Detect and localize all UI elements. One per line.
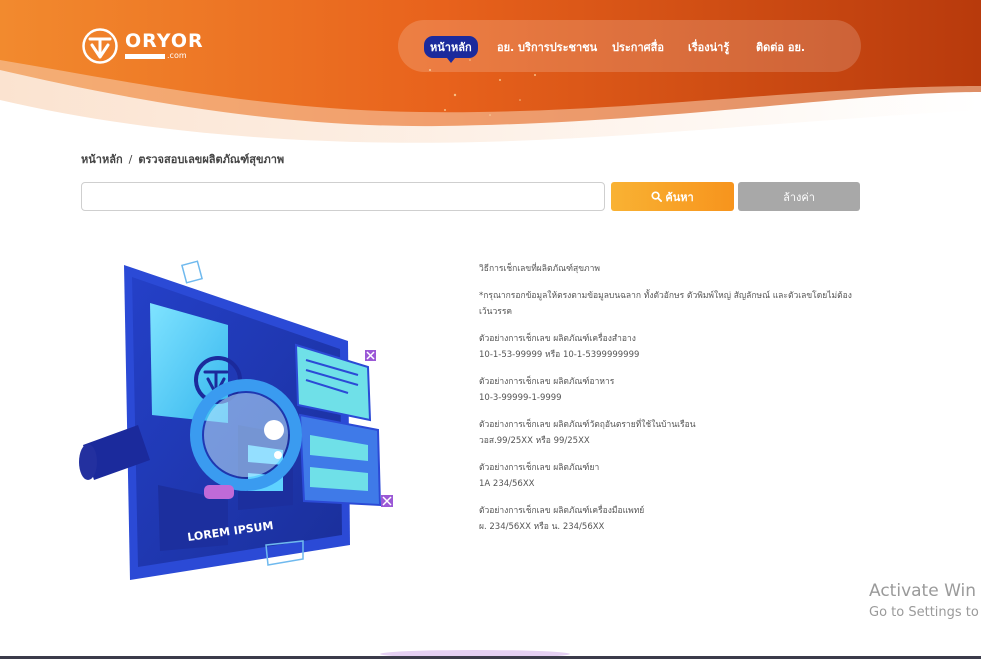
site-header: ORYOR .com หน้าหลัก อย. บริการประชาชน ปร…	[0, 0, 981, 150]
example-label: ตัวอย่างการเช็กเลข ผลิตภัณฑ์วัตถุอันตราย…	[479, 420, 696, 430]
breadcrumb-current: ตรวจสอบเลขผลิตภัณฑ์สุขภาพ	[138, 153, 285, 166]
example-value: 1A 234/56XX	[479, 479, 535, 489]
example-value: วอส.99/25XX หรือ 99/25XX	[479, 436, 590, 446]
example-label: ตัวอย่างการเช็กเลข ผลิตภัณฑ์อาหาร	[479, 377, 615, 387]
example-label: ตัวอย่างการเช็กเลข ผลิตภัณฑ์เครื่องมือแพ…	[479, 506, 645, 516]
instructions-panel: วิธีการเช็กเลขที่ผลิตภัณฑ์สุขภาพ *กรุณาก…	[479, 261, 859, 535]
example-value: 10-3-99999-1-9999	[479, 393, 562, 403]
example-label: ตัวอย่างการเช็กเลข ผลิตภัณฑ์เครื่องสำอาง	[479, 334, 636, 344]
clear-button-label: ล้างค่า	[783, 190, 815, 204]
nav-item-contact[interactable]: ติดต่อ อย.	[756, 38, 805, 56]
product-check-illustration: LOREM IPSUM	[78, 255, 408, 585]
search-button[interactable]: ค้นหา	[611, 182, 734, 211]
main-nav: หน้าหลัก อย. บริการประชาชน ประกาศสื่อ เร…	[398, 20, 861, 72]
logo-bar	[125, 53, 165, 59]
search-button-label: ค้นหา	[665, 190, 694, 204]
fda-shield-icon	[82, 28, 118, 64]
instructions-title: วิธีการเช็กเลขที่ผลิตภัณฑ์สุขภาพ	[479, 264, 601, 274]
breadcrumb-separator: /	[128, 153, 133, 166]
breadcrumb: หน้าหลัก / ตรวจสอบเลขผลิตภัณฑ์สุขภาพ	[81, 150, 284, 168]
example-value: 10-1-53-99999 หรือ 10-1-5399999999	[479, 350, 640, 360]
activation-title: Activate Win	[869, 581, 977, 601]
logo-name: ORYOR	[125, 30, 204, 52]
monitor-magnifier-image: LOREM IPSUM	[79, 260, 393, 580]
nav-item-knowledge[interactable]: เรื่องน่ารู้	[688, 38, 729, 56]
search-icon	[651, 191, 663, 202]
nav-item-public-service[interactable]: อย. บริการประชาชน	[497, 38, 597, 56]
example-value: ผ. 234/56XX หรือ น. 234/56XX	[479, 522, 605, 532]
clear-button[interactable]: ล้างค่า	[738, 182, 860, 211]
site-logo[interactable]: ORYOR .com	[81, 27, 204, 65]
product-number-input[interactable]	[81, 182, 605, 211]
breadcrumb-home[interactable]: หน้าหลัก	[81, 153, 123, 166]
nav-item-home[interactable]: หน้าหลัก	[424, 36, 478, 63]
instructions-note: *กรุณากรอกข้อมูลให้ตรงตามข้อมูลบนฉลาก ทั…	[479, 291, 852, 317]
activation-subtitle: Go to Settings to	[869, 605, 979, 620]
logo-domain: .com	[167, 51, 187, 60]
nav-item-announcement[interactable]: ประกาศสื่อ	[612, 38, 664, 56]
example-label: ตัวอย่างการเช็กเลข ผลิตภัณฑ์ยา	[479, 463, 600, 473]
windows-activation-watermark: Activate Win Go to Settings to	[869, 580, 979, 624]
